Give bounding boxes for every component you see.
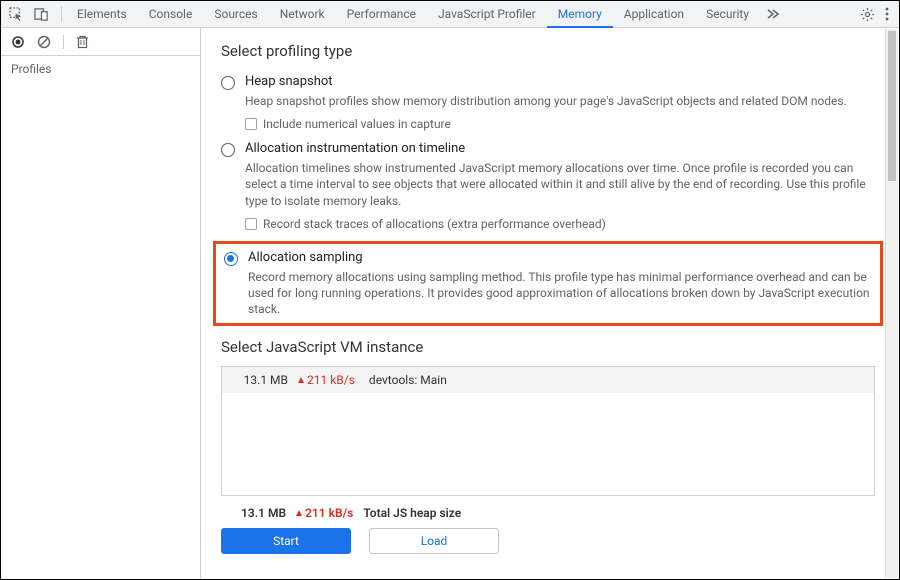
checkbox-include-numerical[interactable] [245,118,257,130]
vm-name: devtools: Main [369,373,447,387]
tab-sources[interactable]: Sources [203,1,268,28]
total-size: 13.1 MB [241,506,286,520]
tab-memory[interactable]: Memory [547,1,613,28]
clear-icon[interactable] [37,35,51,49]
more-tabs-icon[interactable] [760,8,786,20]
option-title: Allocation instrumentation on timeline [245,141,875,156]
total-rate: 211 kB/s [296,506,353,520]
radio-allocation-sampling[interactable] [224,252,238,266]
tab-security[interactable]: Security [695,1,760,28]
trash-icon[interactable] [76,35,89,49]
radio-allocation-timeline[interactable] [221,143,235,157]
scrollbar-thumb[interactable] [888,31,896,181]
devtools-tab-bar: Elements Console Sources Network Perform… [1,1,899,28]
vm-instance-title: Select JavaScript VM instance [221,338,875,356]
tab-network[interactable]: Network [269,1,336,28]
option-description: Allocation timelines show instrumented J… [245,160,875,209]
profiling-type-title: Select profiling type [221,42,875,60]
memory-panel-main: Select profiling type Heap snapshot Heap… [201,28,899,579]
radio-heap-snapshot[interactable] [221,76,235,90]
gear-icon[interactable] [860,7,875,22]
kebab-menu-icon[interactable] [885,7,889,21]
highlighted-option: Allocation sampling Record memory alloca… [213,241,883,327]
record-icon[interactable] [11,35,25,49]
tab-elements[interactable]: Elements [66,1,138,28]
scrollbar[interactable] [885,29,898,578]
tab-javascript-profiler[interactable]: JavaScript Profiler [427,1,547,28]
option-heap-snapshot[interactable]: Heap snapshot Heap snapshot profiles sho… [221,70,875,137]
divider [63,35,64,49]
device-toolbar-icon[interactable] [34,7,49,22]
vm-size: 13.1 MB [232,373,288,387]
option-allocation-timeline[interactable]: Allocation instrumentation on timeline A… [221,137,875,237]
vm-rate: 211 kB/s [298,373,355,387]
option-title: Allocation sampling [248,250,872,265]
option-allocation-sampling[interactable]: Allocation sampling Record memory alloca… [224,250,872,318]
checkbox-record-stack-traces[interactable] [245,218,257,230]
load-button[interactable]: Load [369,528,499,554]
vm-instance-list: 13.1 MB 211 kB/s devtools: Main [221,366,875,496]
tab-application[interactable]: Application [613,1,695,28]
start-button[interactable]: Start [221,528,351,554]
arrow-up-icon [298,377,304,383]
sidebar-section-profiles[interactable]: Profiles [1,56,200,82]
tab-performance[interactable]: Performance [336,1,427,28]
profiles-sidebar: Profiles [1,28,201,579]
option-title: Heap snapshot [245,74,875,89]
total-heap-stats: 13.1 MB 211 kB/s Total JS heap size [221,496,875,528]
checkbox-label: Include numerical values in capture [263,117,451,131]
option-description: Heap snapshot profiles show memory distr… [245,93,875,109]
tab-console[interactable]: Console [138,1,204,28]
inspect-element-icon[interactable] [9,7,24,22]
divider [61,6,62,22]
option-description: Record memory allocations using sampling… [248,269,872,318]
checkbox-label: Record stack traces of allocations (extr… [263,217,606,231]
arrow-up-icon [296,510,302,516]
total-heap-label: Total JS heap size [363,506,461,520]
vm-instance-row[interactable]: 13.1 MB 211 kB/s devtools: Main [222,367,874,393]
